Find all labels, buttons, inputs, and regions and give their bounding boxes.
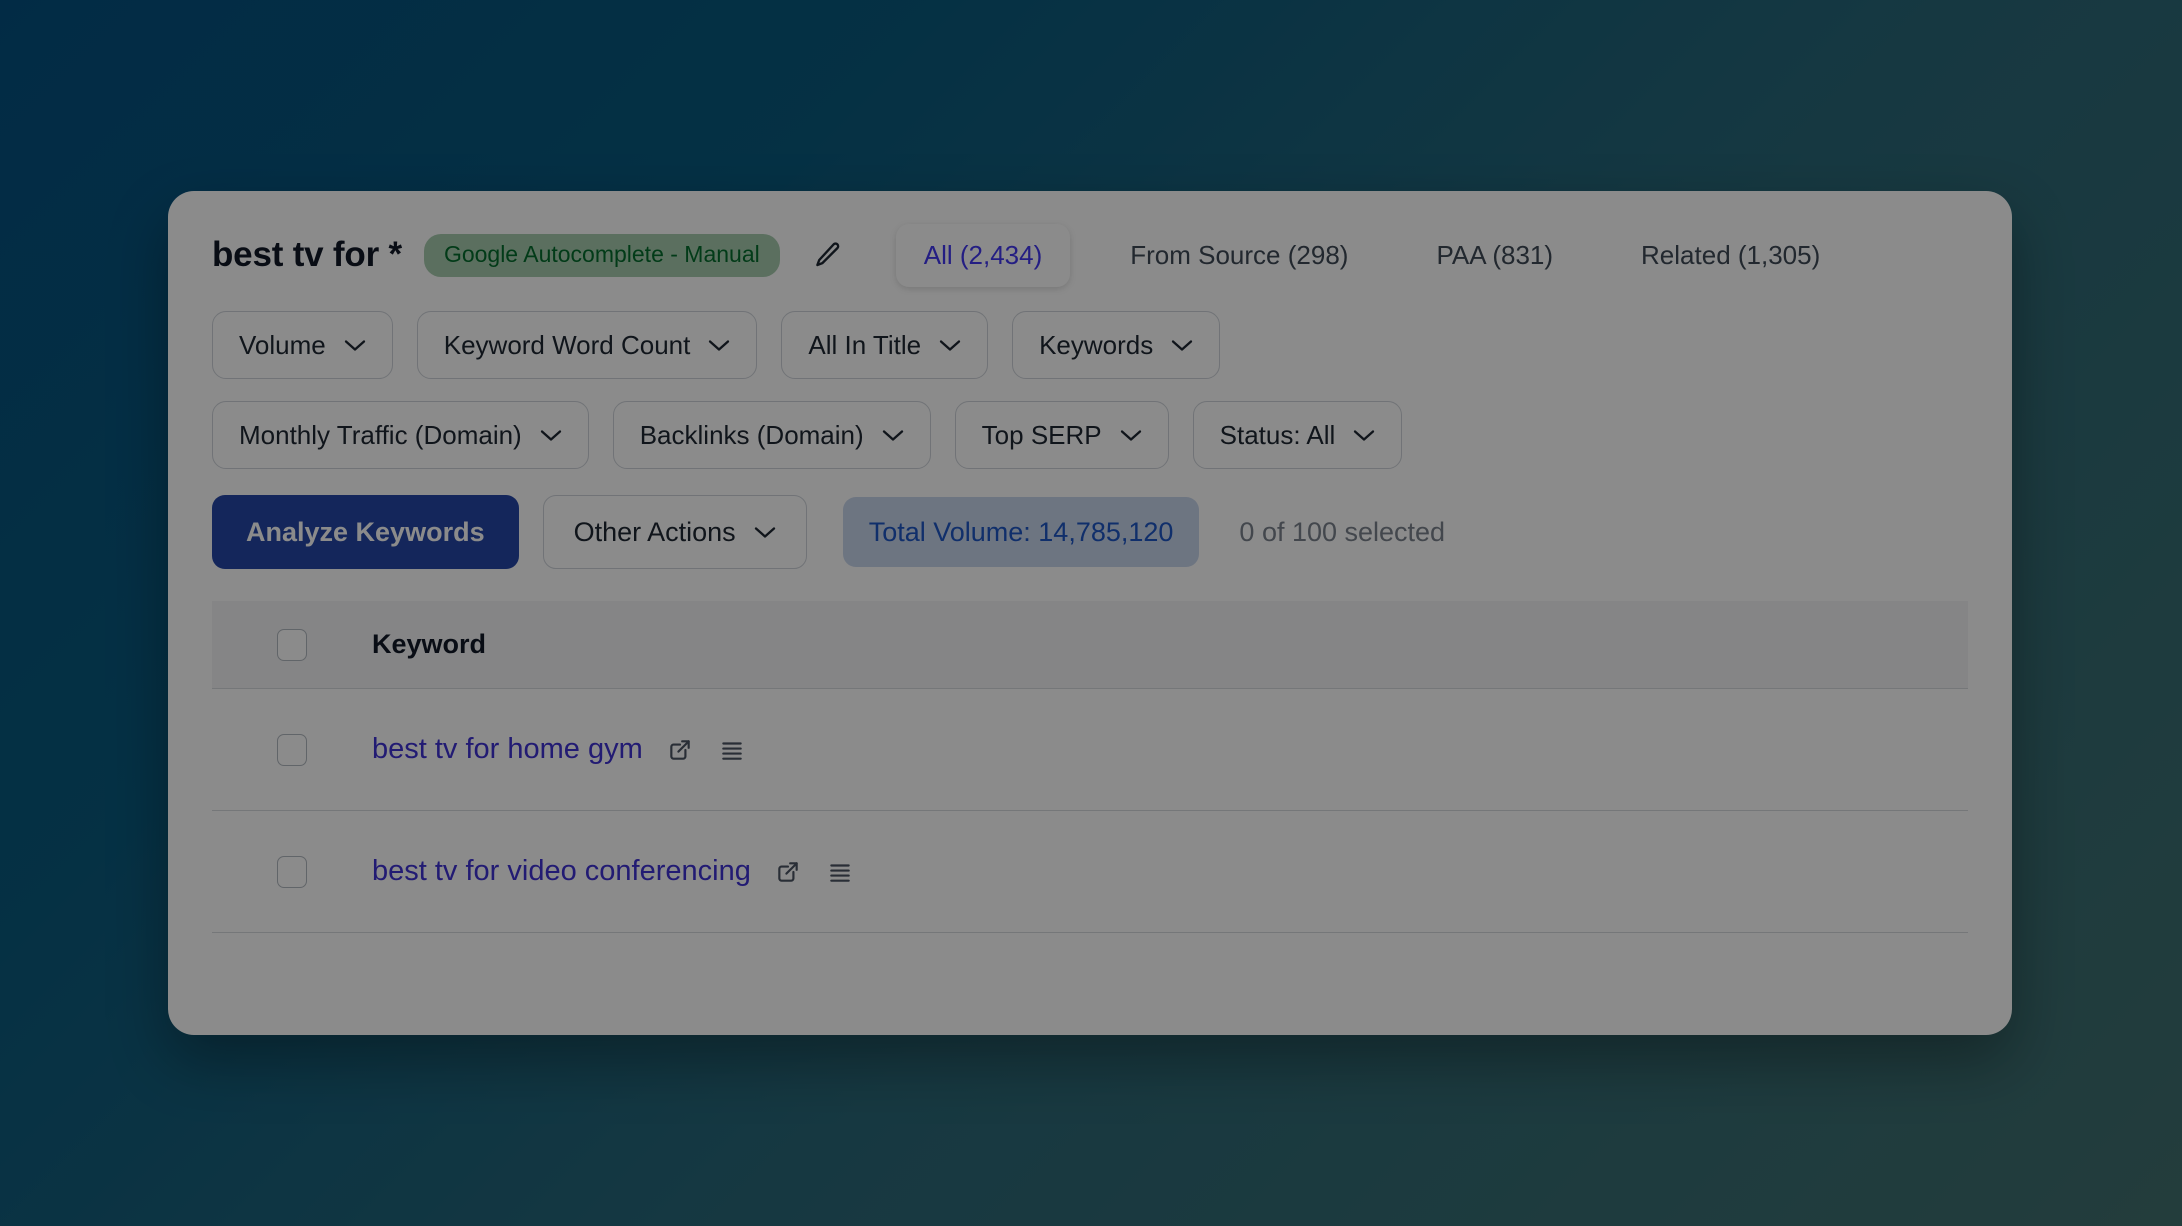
tab-paa[interactable]: PAA (831): [1408, 224, 1581, 287]
filter-row-secondary: Monthly Traffic (Domain) Backlinks (Doma…: [212, 401, 1968, 469]
chevron-down-icon: [344, 339, 365, 351]
filter-status-label: Status: All: [1219, 419, 1336, 450]
filter-monthly-traffic-domain[interactable]: Monthly Traffic (Domain): [212, 401, 589, 469]
list-lines-icon: [722, 741, 742, 760]
open-in-new-tab-button[interactable]: [773, 857, 803, 887]
row-keyword-cell: best tv for video conferencing: [372, 855, 855, 888]
chevron-down-icon: [540, 429, 561, 441]
filter-monthly-traffic-domain-label: Monthly Traffic (Domain): [239, 419, 522, 450]
total-volume-badge: Total Volume: 14,785,120: [842, 497, 1200, 567]
filter-volume-label: Volume: [239, 329, 326, 360]
keywords-table: Keyword best tv for home gym best tv for…: [212, 601, 1968, 933]
pencil-icon: [815, 242, 840, 267]
filter-all-in-title-label: All In Title: [808, 329, 922, 360]
tab-all[interactable]: All (2,434): [895, 223, 1071, 287]
external-link-icon: [670, 739, 690, 760]
chevron-down-icon: [1172, 339, 1193, 351]
row-checkbox[interactable]: [277, 855, 307, 888]
filter-all-in-title[interactable]: All In Title: [781, 311, 989, 379]
keyword-link[interactable]: best tv for video conferencing: [372, 855, 751, 888]
filter-keyword-word-count[interactable]: Keyword Word Count: [416, 311, 758, 379]
filter-volume[interactable]: Volume: [212, 311, 393, 379]
chevron-down-icon: [1120, 429, 1141, 441]
row-select-cell: [212, 855, 372, 888]
chevron-down-icon: [1354, 429, 1375, 441]
chevron-down-icon: [754, 526, 775, 538]
filter-top-serp[interactable]: Top SERP: [954, 401, 1169, 469]
row-checkbox[interactable]: [277, 733, 307, 766]
tab-from-source[interactable]: From Source (298): [1102, 224, 1376, 287]
filter-keywords-label: Keywords: [1039, 329, 1154, 360]
filter-keyword-word-count-label: Keyword Word Count: [443, 329, 691, 360]
page-title: best tv for *: [212, 235, 402, 274]
card-header: best tv for * Google Autocomplete - Manu…: [212, 217, 1968, 293]
tab-related[interactable]: Related (1,305): [1613, 224, 1848, 287]
other-actions-label: Other Actions: [573, 516, 736, 547]
keyword-link[interactable]: best tv for home gym: [372, 733, 643, 766]
edit-title-button[interactable]: [806, 233, 850, 277]
list-lines-icon: [830, 863, 850, 882]
filter-keywords[interactable]: Keywords: [1012, 311, 1221, 379]
row-select-cell: [212, 733, 372, 766]
table-row: best tv for video conferencing: [212, 811, 1968, 933]
source-badge: Google Autocomplete - Manual: [423, 233, 780, 277]
row-keyword-cell: best tv for home gym: [372, 733, 747, 766]
row-menu-button[interactable]: [825, 857, 855, 887]
table-header-row: Keyword: [212, 601, 1968, 689]
card-content: best tv for * Google Autocomplete - Manu…: [168, 191, 2012, 933]
filter-row-primary: Volume Keyword Word Count All In Title K…: [212, 311, 1968, 379]
action-bar: Analyze Keywords Other Actions Total Vol…: [212, 495, 1968, 569]
external-link-icon: [778, 861, 798, 882]
selected-count-label: 0 of 100 selected: [1239, 516, 1446, 547]
column-header-keyword: Keyword: [372, 629, 487, 659]
filter-top-serp-label: Top SERP: [981, 419, 1102, 450]
tab-bar: All (2,434) From Source (298) PAA (831) …: [895, 223, 1881, 287]
open-in-new-tab-button[interactable]: [665, 735, 695, 765]
analyze-keywords-button[interactable]: Analyze Keywords: [212, 495, 519, 569]
row-menu-button[interactable]: [717, 735, 747, 765]
chevron-down-icon: [709, 339, 730, 351]
filter-backlinks-domain[interactable]: Backlinks (Domain): [612, 401, 931, 469]
keyword-explorer-card: best tv for * Google Autocomplete - Manu…: [168, 191, 2012, 1035]
filter-status[interactable]: Status: All: [1192, 401, 1403, 469]
other-actions-button[interactable]: Other Actions: [542, 495, 807, 569]
select-all-cell: [212, 628, 372, 661]
table-row: best tv for home gym: [212, 689, 1968, 811]
chevron-down-icon: [882, 429, 903, 441]
filter-backlinks-domain-label: Backlinks (Domain): [639, 419, 864, 450]
select-all-checkbox[interactable]: [277, 628, 307, 661]
chevron-down-icon: [939, 339, 961, 351]
